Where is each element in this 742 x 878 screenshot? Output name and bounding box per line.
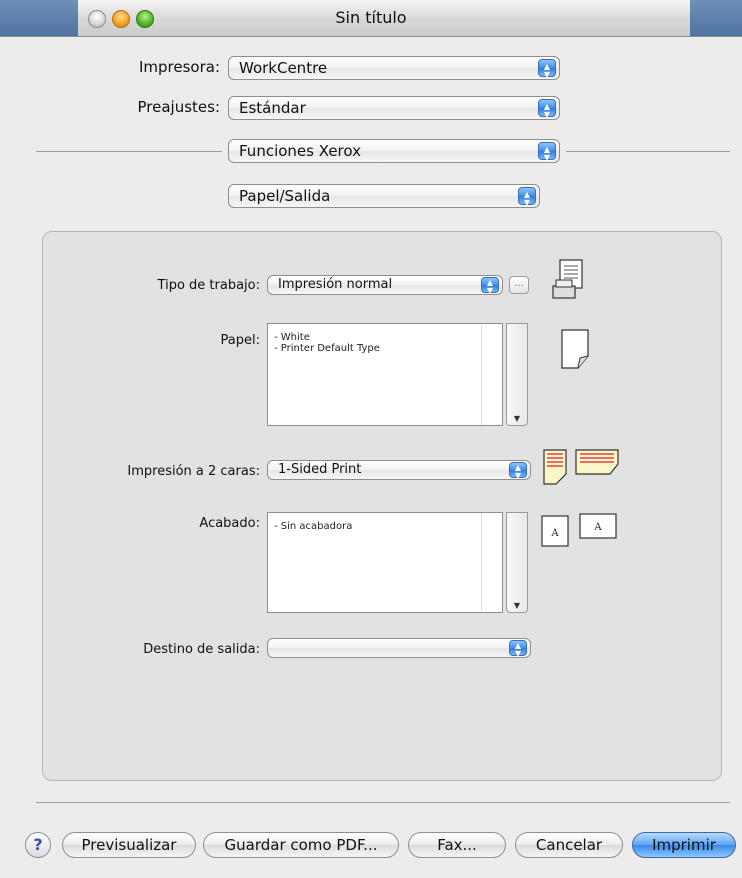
printer-document-icon: [550, 258, 586, 308]
section-popup[interactable]: Papel/Salida ▲ ▼: [228, 184, 540, 208]
finishing-list-items: - Sin acabadora: [274, 521, 352, 532]
presets-popup[interactable]: Estándar ▲ ▼: [228, 96, 560, 120]
list-item[interactable]: - White: [274, 332, 380, 343]
features-popup[interactable]: Funciones Xerox ▲ ▼: [228, 139, 560, 163]
job-type-popup[interactable]: Impresión normal ▲ ▼: [267, 275, 503, 295]
duplex-pages-icon: [542, 446, 622, 490]
paper-scrollbar[interactable]: ▼: [506, 323, 528, 426]
print-button[interactable]: Imprimir: [632, 832, 736, 858]
window-title: Sin título: [335, 8, 407, 27]
chevron-down-icon[interactable]: ▼: [507, 601, 527, 610]
popup-arrows-icon: ▲ ▼: [538, 59, 556, 79]
list-divider: [481, 513, 482, 612]
paper-label: Papel:: [220, 333, 260, 348]
finishing-label: Acabado:: [199, 516, 260, 531]
finishing-scrollbar[interactable]: ▼: [506, 512, 528, 613]
job-type-more-button[interactable]: ...: [509, 276, 529, 294]
popup-arrows-icon: ▲ ▼: [509, 462, 527, 480]
job-type-value: Impresión normal: [278, 277, 393, 292]
preview-button[interactable]: Previsualizar: [62, 832, 196, 858]
duplex-label: Impresión a 2 caras:: [127, 464, 260, 479]
popup-arrows-icon: ▲ ▼: [518, 187, 536, 207]
popup-arrows-icon: ▲ ▼: [509, 640, 527, 658]
list-item[interactable]: - Printer Default Type: [274, 343, 380, 354]
job-type-label: Tipo de trabajo:: [157, 278, 260, 293]
output-destination-label: Destino de salida:: [143, 642, 260, 657]
output-destination-popup[interactable]: ▲ ▼: [267, 638, 531, 658]
finishing-list[interactable]: - Sin acabadora: [267, 512, 503, 613]
help-button[interactable]: ?: [25, 832, 51, 858]
finishing-letter-icon: A A: [540, 512, 620, 552]
settings-panel: [42, 231, 722, 781]
presets-label: Preajustes:: [137, 98, 220, 116]
list-item[interactable]: - Sin acabadora: [274, 521, 352, 532]
paper-list[interactable]: - White - Printer Default Type: [267, 323, 503, 426]
features-value: Funciones Xerox: [239, 142, 361, 160]
title-bar: Sin título: [0, 0, 742, 37]
svg-text:A: A: [593, 522, 602, 533]
bottom-separator: [36, 802, 730, 803]
separator-line: [36, 151, 222, 152]
duplex-value: 1-Sided Print: [278, 462, 362, 477]
printer-label: Impresora:: [138, 58, 220, 76]
save-as-pdf-button[interactable]: Guardar como PDF...: [203, 832, 399, 858]
printer-value: WorkCentre: [239, 59, 328, 77]
popup-arrows-icon: ▲ ▼: [538, 99, 556, 119]
cancel-button[interactable]: Cancelar: [515, 832, 623, 858]
svg-text:A: A: [550, 528, 559, 539]
list-divider: [481, 324, 482, 425]
popup-arrows-icon: ▲ ▼: [538, 142, 556, 162]
chevron-down-icon[interactable]: ▼: [507, 414, 527, 423]
paper-list-items: - White - Printer Default Type: [274, 332, 380, 354]
duplex-popup[interactable]: 1-Sided Print ▲ ▼: [267, 460, 531, 480]
presets-value: Estándar: [239, 99, 306, 117]
section-value: Papel/Salida: [239, 187, 331, 205]
paper-sheet-icon: [558, 328, 592, 374]
separator-line: [566, 151, 730, 152]
popup-arrows-icon: ▲ ▼: [481, 277, 499, 295]
printer-popup[interactable]: WorkCentre ▲ ▼: [228, 56, 560, 80]
fax-button[interactable]: Fax...: [408, 832, 506, 858]
